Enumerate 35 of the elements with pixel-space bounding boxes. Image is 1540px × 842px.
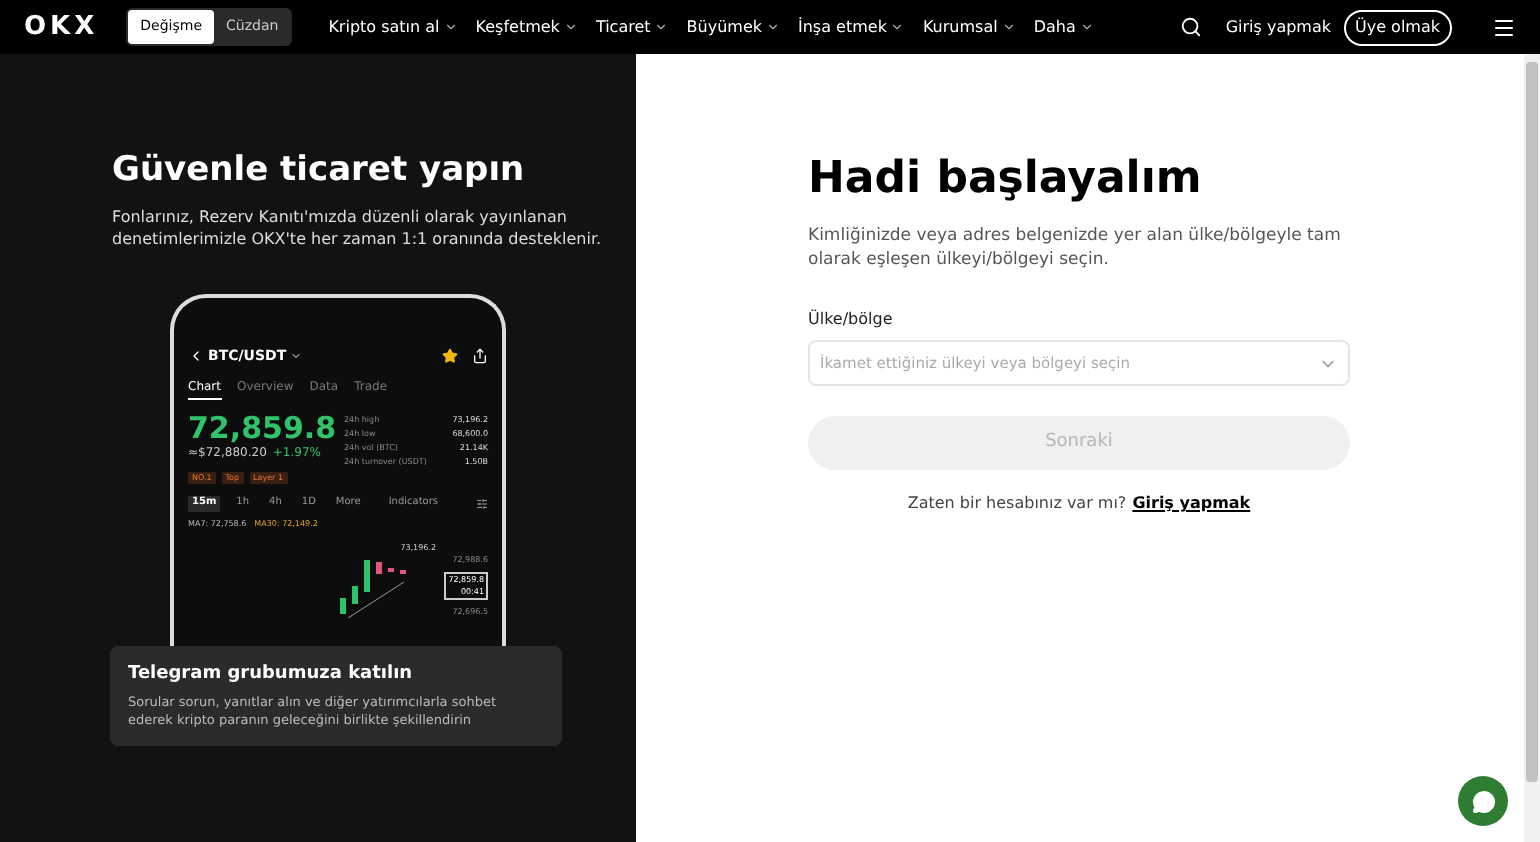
nav-menu-item[interactable]: Ticaret xyxy=(595,15,669,39)
have-account-text: Zaten bir hesabınız var mı? xyxy=(907,492,1127,516)
share-icon[interactable] xyxy=(472,347,488,364)
logo[interactable]: OKX xyxy=(24,7,99,47)
nav-menu-item[interactable]: İnşa etmek xyxy=(798,15,905,39)
chevron-down-icon xyxy=(443,20,458,34)
chat-icon xyxy=(1471,789,1495,813)
caret-icon xyxy=(290,349,303,362)
promo-title: Güvenle ticaret yapın xyxy=(112,148,525,194)
chevron-down-icon xyxy=(1001,20,1016,34)
chevron-down-icon xyxy=(563,20,578,34)
nav-menu-item[interactable]: Daha xyxy=(1033,15,1094,39)
menu-icon[interactable] xyxy=(1492,15,1516,39)
nav-menu-item[interactable]: Büyümek xyxy=(686,15,780,39)
login-link[interactable]: Giriş yapmak xyxy=(1132,492,1251,516)
nav-menu-item[interactable]: Keşfetmek xyxy=(475,15,578,39)
search-icon[interactable] xyxy=(1179,16,1202,38)
chevron-down-icon xyxy=(890,20,905,34)
settings-icon[interactable] xyxy=(476,497,488,510)
login-link[interactable]: Giriş yapmak xyxy=(1225,15,1331,39)
signup-button[interactable]: Üye olmak xyxy=(1343,9,1452,45)
chevron-down-icon xyxy=(766,20,780,34)
back-icon[interactable] xyxy=(188,347,204,364)
price: 72,859.8 xyxy=(188,412,337,444)
chevron-down-icon xyxy=(1079,20,1094,34)
field-label: Ülke/bölge xyxy=(808,308,893,332)
chevron-down-icon xyxy=(654,20,669,34)
card-title: Telegram grubumuza katılın xyxy=(128,661,415,687)
star-icon[interactable] xyxy=(442,347,458,364)
signup-title: Hadi başlayalım xyxy=(808,152,1202,208)
nav-menu-item[interactable]: Kripto satın al xyxy=(328,15,458,39)
promo-text: Fonlarınız, Rezerv Kanıtı'mızda düzenli olarak yayınlanan denetimlerimizle OKX'te her zaman 1:1 oranında desteklenir. xyxy=(112,205,602,249)
chat-button[interactable] xyxy=(1458,776,1508,826)
nav-menu-item[interactable]: Kurumsal xyxy=(922,15,1016,39)
signup-text: Kimliğinizde veya adres belgenizde yer alan ülke/bölgeyle tam olarak eşleşen ülkeyi/bölgeyi seçin. xyxy=(808,224,1343,272)
